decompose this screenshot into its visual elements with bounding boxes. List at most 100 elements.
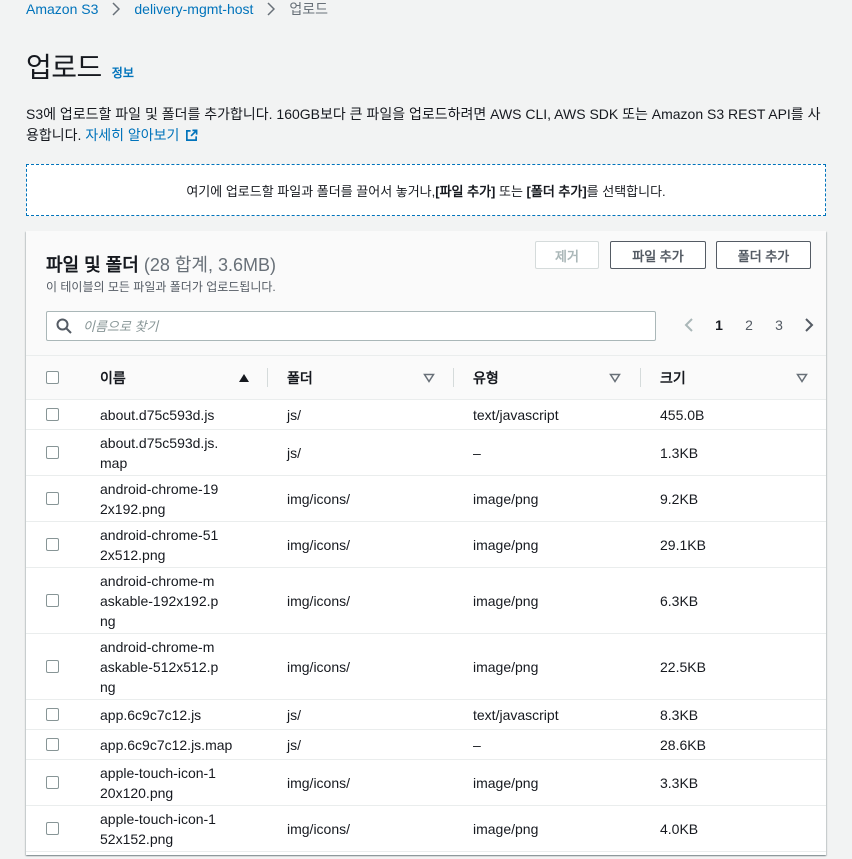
table-row: app.6c9c7c12.js js/ text/javascript 8.3K… — [26, 700, 826, 730]
file-size: 455.0B — [660, 406, 705, 423]
file-name: android-chrome-192x192.png — [100, 480, 219, 517]
file-type: image/png — [473, 490, 539, 507]
row-checkbox[interactable] — [46, 738, 59, 751]
row-checkbox-cell — [46, 476, 59, 521]
row-checkbox[interactable] — [46, 594, 59, 607]
file-name: about.d75c593d.js — [100, 406, 215, 423]
external-link-icon — [185, 129, 198, 142]
file-type: – — [473, 444, 481, 461]
row-checkbox[interactable] — [46, 776, 59, 789]
dropzone-add-files: [파일 추가] — [435, 183, 496, 199]
column-name[interactable]: 이름 — [100, 356, 270, 399]
file-size: 4.0KB — [660, 820, 699, 837]
row-checkbox-cell — [46, 568, 59, 633]
table-row: android-chrome-192x192.png img/icons/ im… — [26, 476, 826, 522]
search-input[interactable] — [81, 317, 645, 335]
chevron-right-icon — [267, 2, 276, 16]
search-box — [46, 311, 656, 341]
table-row: apple-touch-icon-120x120.png img/icons/ … — [26, 760, 826, 806]
file-name: about.d75c593d.js.map — [100, 434, 219, 471]
panel-subtitle: 이 테이블의 모든 파일과 폴더가 업로드됩니다. — [46, 280, 276, 294]
file-type: image/png — [473, 820, 539, 837]
breadcrumb-amazon-s3[interactable]: Amazon S3 — [26, 1, 98, 17]
table-row: apple-touch-icon-152x152.png img/icons/ … — [26, 806, 826, 852]
panel-title: 파일 및 폴더 (28 합계, 3.6MB) — [46, 251, 276, 277]
file-name: app.6c9c7c12.js.map — [100, 736, 233, 753]
select-all-checkbox[interactable] — [46, 371, 59, 384]
row-checkbox-cell — [46, 400, 59, 429]
row-checkbox[interactable] — [46, 446, 59, 459]
table-row: about.d75c593d.js.map js/ – 1.3KB — [26, 430, 826, 476]
row-checkbox-cell — [46, 430, 59, 475]
file-size: 29.1KB — [660, 536, 706, 553]
file-name: android-chrome-maskable-192x192.png — [100, 572, 219, 629]
prev-page-icon[interactable] — [674, 317, 704, 333]
file-name: apple-touch-icon-152x152.png — [100, 810, 216, 847]
breadcrumb-bucket[interactable]: delivery-mgmt-host — [134, 1, 253, 17]
page-title: 업로드 — [26, 52, 102, 83]
pagination: 1 2 3 — [674, 315, 824, 335]
table-header: 이름 폴더 유형 크기 — [26, 356, 826, 400]
row-checkbox[interactable] — [46, 708, 59, 721]
page-description: S3에 업로드할 파일 및 폴더를 추가합니다. 160GB보다 큰 파일을 업… — [26, 104, 826, 146]
column-type[interactable]: 유형 — [473, 356, 623, 399]
row-checkbox-cell — [46, 634, 59, 699]
row-checkbox[interactable] — [46, 492, 59, 505]
file-folder: js/ — [287, 706, 301, 723]
page-1[interactable]: 1 — [704, 317, 734, 333]
table-row: android-chrome-maskable-512x512.png img/… — [26, 634, 826, 700]
row-checkbox[interactable] — [46, 408, 59, 421]
column-folder-label: 폴더 — [287, 369, 313, 386]
file-type: image/png — [473, 658, 539, 675]
file-folder: js/ — [287, 736, 301, 753]
breadcrumb: Amazon S3 delivery-mgmt-host 업로드 — [26, 0, 328, 18]
file-size: 9.2KB — [660, 490, 699, 507]
table-body: about.d75c593d.js js/ text/javascript 45… — [26, 400, 826, 852]
page-3[interactable]: 3 — [764, 317, 794, 333]
row-checkbox-cell — [46, 760, 59, 805]
file-folder: img/icons/ — [287, 490, 351, 507]
file-size: 28.6KB — [660, 736, 706, 753]
file-folder: js/ — [287, 444, 301, 461]
column-divider — [267, 368, 268, 387]
column-size-label: 크기 — [660, 369, 686, 386]
info-link[interactable]: 정보 — [112, 64, 134, 81]
remove-button[interactable]: 제거 — [535, 241, 599, 269]
page-header: 업로드 정보 — [26, 46, 134, 86]
file-dropzone[interactable]: 여기에 업로드할 파일과 폴더를 끌어서 놓거나, [파일 추가] 또는 [폴더… — [26, 164, 826, 216]
files-panel: 파일 및 폴더 (28 합계, 3.6MB) 이 테이블의 모든 파일과 폴더가… — [26, 231, 826, 855]
breadcrumb-current: 업로드 — [289, 1, 329, 17]
row-checkbox-cell — [46, 700, 59, 729]
dropzone-text-post: 를 선택합니다. — [586, 183, 666, 199]
sort-ascending-icon — [238, 373, 250, 383]
row-checkbox-cell — [46, 730, 59, 759]
row-checkbox-cell — [46, 806, 59, 851]
file-type: text/javascript — [473, 706, 559, 723]
column-folder[interactable]: 폴더 — [287, 356, 437, 399]
row-checkbox[interactable] — [46, 660, 59, 673]
dropzone-add-folder: [폴더 추가] — [526, 183, 587, 199]
file-folder: img/icons/ — [287, 592, 351, 609]
page-2[interactable]: 2 — [734, 317, 764, 333]
file-size: 3.3KB — [660, 774, 699, 791]
add-files-button[interactable]: 파일 추가 — [610, 241, 706, 269]
file-size: 1.3KB — [660, 444, 699, 461]
row-checkbox[interactable] — [46, 538, 59, 551]
file-folder: img/icons/ — [287, 658, 351, 675]
file-name: app.6c9c7c12.js — [100, 706, 202, 723]
row-checkbox[interactable] — [46, 822, 59, 835]
file-size: 6.3KB — [660, 592, 699, 609]
dropzone-text-pre: 여기에 업로드할 파일과 폴더를 끌어서 놓거나, — [186, 183, 436, 199]
add-folder-button[interactable]: 폴더 추가 — [716, 241, 811, 269]
column-size[interactable]: 크기 — [660, 356, 810, 399]
file-name: android-chrome-maskable-512x512.png — [100, 638, 219, 695]
table-row: about.d75c593d.js js/ text/javascript 45… — [26, 400, 826, 430]
learn-more-label: 자세히 알아보기 — [85, 127, 180, 143]
sort-icon — [796, 373, 808, 383]
learn-more-link[interactable]: 자세히 알아보기 — [85, 125, 198, 146]
next-page-icon[interactable] — [794, 317, 824, 333]
table-row: android-chrome-512x512.png img/icons/ im… — [26, 522, 826, 568]
file-folder: img/icons/ — [287, 536, 351, 553]
file-folder: js/ — [287, 406, 301, 423]
sort-icon — [423, 373, 435, 383]
